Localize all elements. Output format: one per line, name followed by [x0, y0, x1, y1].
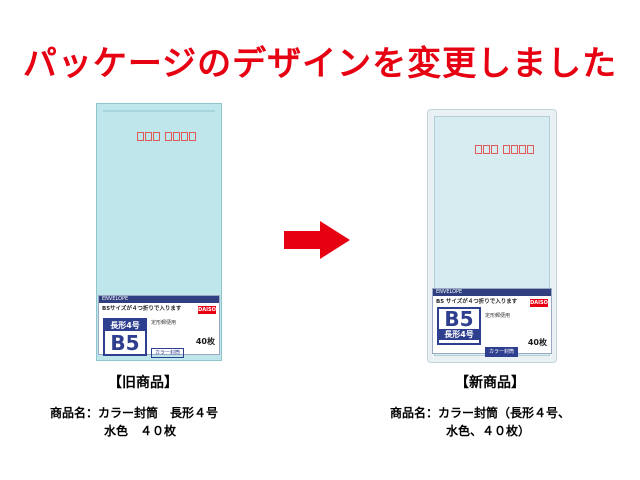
label-small-text: 定形郵便用: [485, 313, 511, 319]
size-box: 長形4号 B5: [103, 318, 147, 356]
label-small-text: 定形郵便用: [151, 320, 177, 326]
size-b5: B5: [444, 307, 474, 331]
sheet-count: 40枚: [195, 337, 215, 346]
size-box: B5 長形4号: [437, 307, 481, 345]
new-product-title: 【新商品】: [455, 375, 525, 391]
old-package-image: ENVELOPE B5サイズが４つ折りで入ります DAISO 長形4号 B5 定…: [96, 103, 222, 361]
new-product-name-line1: 商品名：カラー封筒（長形４号、: [390, 406, 571, 420]
sheet-count: 40枚: [527, 338, 547, 347]
brand-badge: DAISO: [530, 299, 548, 307]
size-b5: B5: [110, 331, 140, 355]
brand-badge: DAISO: [198, 306, 216, 314]
headline: パッケージのデザインを変更しました: [22, 44, 618, 84]
size-type: 長形4号: [439, 329, 479, 340]
old-product-name-line2: 水色 ４０枚: [104, 424, 177, 438]
new-product-name-line2: 水色、４０枚）: [446, 424, 531, 438]
postal-code-boxes: [137, 132, 196, 141]
product-type-pill: カラー封筒: [151, 348, 185, 358]
label-strip: ENVELOPE: [99, 296, 219, 303]
right-arrow-icon: [284, 221, 350, 259]
size-type: 長形4号: [105, 320, 145, 331]
postal-code-boxes: [475, 145, 534, 154]
product-type-pill: カラー封筒: [485, 347, 519, 357]
new-package-image: ENVELOPE B5 サイズが４つ折りで入ります DAISO B5 長形4号 …: [427, 109, 557, 363]
label-strip: ENVELOPE: [433, 289, 551, 296]
envelope-flap: [103, 110, 215, 112]
package-label: ENVELOPE B5サイズが４つ折りで入ります DAISO 長形4号 B5 定…: [98, 295, 220, 358]
old-product-title: 【旧商品】: [108, 375, 178, 391]
package-label: ENVELOPE B5 サイズが４つ折りで入ります DAISO B5 長形4号 …: [432, 288, 552, 357]
old-product-name-line1: 商品名：カラー封筒 長形４号: [50, 406, 219, 420]
